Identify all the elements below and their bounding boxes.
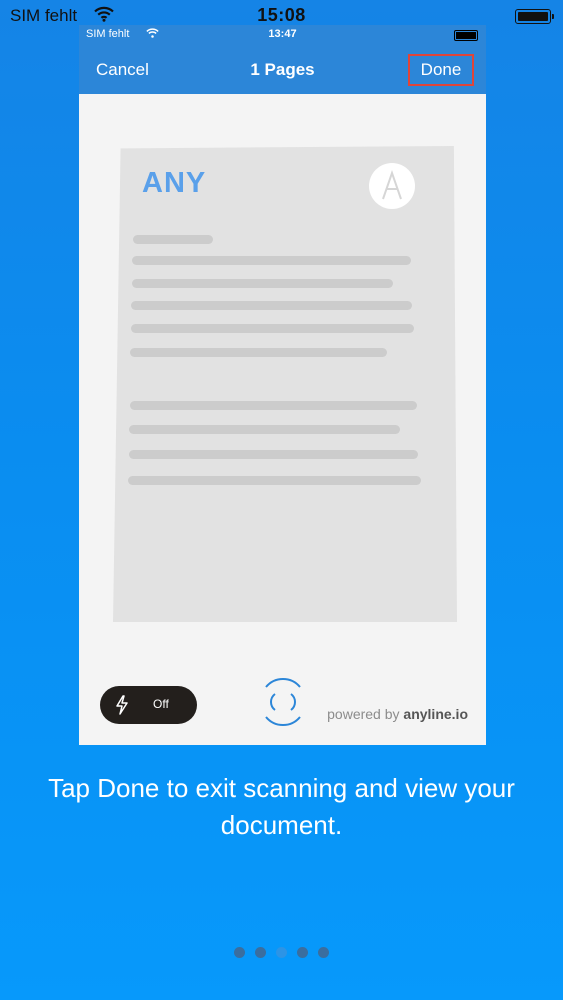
scanner-screenshot: SIM fehlt 13:47 Cancel 1 Pages Done ANY …: [79, 25, 486, 745]
flash-toggle[interactable]: Off: [100, 686, 197, 724]
navigation-bar: SIM fehlt 13:47 Cancel 1 Pages Done: [79, 25, 486, 94]
page-dot[interactable]: [255, 947, 266, 958]
flash-icon: [114, 695, 130, 720]
clock-label: 15:08: [257, 5, 306, 25]
text-line-placeholder: [133, 235, 213, 244]
inner-battery-icon: [454, 30, 478, 41]
text-line-placeholder: [130, 401, 417, 410]
powered-by-label: powered by anyline.io: [327, 706, 468, 722]
scanned-document: ANY: [113, 146, 457, 622]
done-button[interactable]: Done: [408, 54, 474, 86]
text-line-placeholder: [131, 324, 414, 333]
text-line-placeholder: [129, 450, 418, 459]
flash-state-label: Off: [153, 697, 169, 711]
capture-button[interactable]: [259, 671, 307, 733]
page-indicator[interactable]: [0, 947, 563, 958]
text-line-placeholder: [128, 476, 421, 485]
inner-status-bar: SIM fehlt 13:47: [79, 25, 486, 45]
battery-icon: [515, 9, 554, 24]
page-dot[interactable]: [297, 947, 308, 958]
text-line-placeholder: [129, 425, 400, 434]
text-line-placeholder: [131, 301, 412, 310]
text-line-placeholder: [132, 279, 393, 288]
powered-by-prefix: powered by: [327, 706, 404, 722]
powered-by-brand: anyline.io: [403, 706, 468, 722]
anyline-logo-icon: [369, 163, 415, 209]
document-brand-text: ANY: [142, 167, 207, 199]
text-line-placeholder: [130, 348, 387, 357]
page-dot[interactable]: [318, 947, 329, 958]
page-dot[interactable]: [234, 947, 245, 958]
onboarding-caption: Tap Done to exit scanning and view your …: [48, 773, 515, 840]
page-dot-active[interactable]: [276, 947, 287, 958]
text-line-placeholder: [132, 256, 411, 265]
inner-clock-label: 13:47: [268, 28, 297, 40]
